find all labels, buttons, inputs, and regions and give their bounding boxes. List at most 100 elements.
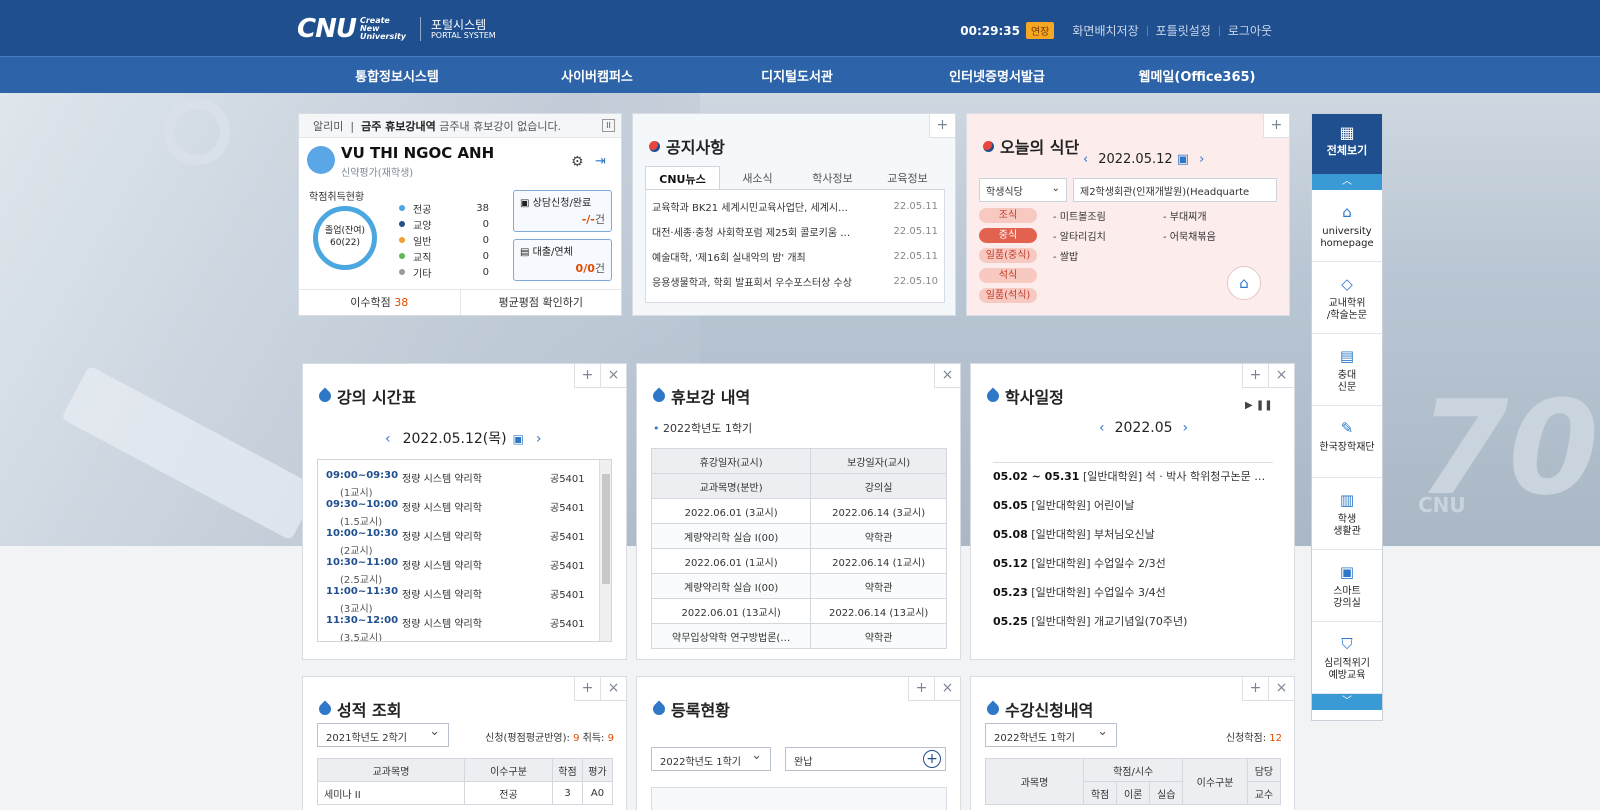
close-icon[interactable]: × [600, 364, 626, 388]
meal-tag[interactable]: 중식 [979, 228, 1037, 243]
next-date-icon[interactable]: › [1199, 152, 1204, 167]
timetable-row[interactable]: 10:30~11:00 (2.5교시) 정량 시스템 약리학 공5401 [318, 557, 611, 586]
next-date-icon[interactable]: › [536, 431, 542, 447]
portlet-settings-link[interactable]: 포틀릿설정 [1156, 22, 1211, 39]
semester-select[interactable]: 2021학년도 2학기 [317, 723, 449, 747]
notice-item[interactable]: 응용생물학과, 학회 발표회서 우수포스터상 수상 22.05.10 [652, 269, 938, 294]
quick-item-counseling[interactable]: ⛉ 심리적위기 예방교육 [1312, 622, 1382, 694]
close-icon[interactable]: × [600, 677, 626, 701]
quick-item-dormitory[interactable]: ▥ 학생 생활관 [1312, 478, 1382, 550]
scroll-up-icon[interactable]: ︿ [1312, 174, 1382, 190]
consult-button[interactable]: ▣ 상담신청/완료 -/-건 [513, 190, 612, 232]
event-item[interactable]: 05.08 [일반대학원] 부처님오신날 [993, 521, 1273, 550]
gpa-check-button[interactable]: 평균평점 확인하기 [459, 290, 622, 315]
cnu-logo[interactable]: CNU Create New University 포털시스템 PORTAL S… [297, 14, 496, 44]
logout-icon[interactable]: ⇥ [595, 154, 606, 169]
close-icon[interactable]: × [934, 677, 960, 701]
quick-item-smart-classroom[interactable]: ▣ 스마트 강의실 [1312, 550, 1382, 622]
add-icon[interactable]: + [574, 364, 600, 388]
dormitory-icon: ▥ [1339, 491, 1355, 509]
gear-icon[interactable]: ⚙ [571, 154, 584, 170]
tab-news[interactable]: 새소식 [720, 166, 795, 189]
restaurant-type-select[interactable]: 학생식당 ⌄ [979, 178, 1067, 202]
close-icon[interactable]: × [1268, 364, 1294, 388]
semester-select[interactable]: 2022학년도 1학기 [651, 747, 771, 771]
meal-tag[interactable]: 일품(석식) [979, 288, 1037, 303]
scroll-down-icon[interactable]: ﹀ [1312, 694, 1382, 710]
th-cancel-date: 휴강일자(교시) [650, 448, 812, 474]
panel-title: 등록현황 [650, 697, 730, 721]
timetable-row[interactable]: 11:00~11:30 (3교시) 정량 시스템 약리학 공5401 [318, 586, 611, 615]
notice-item[interactable]: 예술대학, '제16회 실내악의 밤' 개최 22.05.11 [652, 244, 938, 269]
prev-date-icon[interactable]: ‹ [1083, 152, 1088, 167]
notice-title[interactable]: 금주 휴보강내역 [361, 120, 436, 133]
nav-certificate[interactable]: 인터넷증명서발급 [897, 66, 1097, 85]
table-row[interactable]: 세미나 II 전공 3 A0 [317, 781, 613, 805]
close-icon[interactable]: × [1268, 677, 1294, 701]
add-icon[interactable]: + [929, 114, 955, 138]
event-item[interactable]: 05.12 [일반대학원] 수업일수 2/3선 [993, 550, 1273, 579]
event-item[interactable]: 05.05 [일반대학원] 어린이날 [993, 492, 1273, 521]
tab-education-info[interactable]: 교육정보 [870, 166, 945, 189]
notice-item[interactable]: 대전·세종·충청 사회학포럼 제25회 콜로키움 … 22.05.11 [652, 219, 938, 244]
meal-tag[interactable]: 조식 [979, 208, 1037, 223]
timetable-row[interactable]: 09:30~10:00 (1.5교시) 정량 시스템 약리학 공5401 [318, 499, 611, 528]
table-row[interactable]: 약무입상약학 연구방법론(… 약학관 [650, 623, 947, 649]
event-item[interactable]: 05.02 ~ 05.31 [일반대학원] 석 · 박사 학위청구논문 … [993, 463, 1273, 492]
timetable-row[interactable]: 11:30~12:00 (3.5교시) 정량 시스템 약리학 공5401 [318, 615, 611, 641]
plus-icon[interactable]: + [923, 750, 941, 768]
month-nav: ‹ 2022.05 › [1089, 420, 1198, 436]
close-icon[interactable]: × [934, 364, 960, 388]
calendar-icon[interactable]: ▣ [1177, 152, 1189, 167]
prev-date-icon[interactable]: ‹ [385, 431, 391, 447]
add-icon[interactable]: + [1263, 114, 1289, 138]
event-item[interactable]: 05.23 [일반대학원] 수업일수 3/4선 [993, 579, 1273, 608]
meal-tag[interactable]: 석식 [979, 268, 1037, 283]
calendar-icon[interactable]: ▣ [513, 432, 524, 446]
nav-cyber-campus[interactable]: 사이버캠퍼스 [497, 66, 697, 85]
payment-status-field[interactable]: 완납 + [785, 747, 946, 771]
notice-item[interactable]: 교육학과 BK21 세계시민교육사업단, 세계시… 22.05.11 [652, 194, 938, 219]
logout-link[interactable]: 로그아웃 [1228, 22, 1272, 39]
save-layout-link[interactable]: 화면배치저장 [1072, 22, 1138, 39]
table-row[interactable]: 2022.06.01 (13교시) 2022.06.14 (13교시) [650, 598, 947, 624]
play-icon[interactable]: ▶ ❚❚ [1245, 400, 1273, 411]
view-all-button[interactable]: ▦ 전체보기 [1312, 114, 1382, 174]
restaurant-select[interactable]: 제2학생회관(인재개발원)(Headquarte [1073, 178, 1277, 202]
table-row[interactable]: 계량약리학 실습 I(00) 약학관 [650, 573, 947, 599]
scrollbar[interactable] [599, 460, 611, 641]
pause-icon[interactable]: II [602, 119, 615, 132]
quick-item-homepage[interactable]: ⌂ university homepage [1312, 190, 1382, 262]
prev-month-icon[interactable]: ‹ [1099, 420, 1105, 436]
meal-tag[interactable]: 일품(중식) [979, 248, 1037, 263]
quick-item-newspaper[interactable]: ▤ 충대 신문 [1312, 334, 1382, 406]
next-month-icon[interactable]: › [1183, 420, 1189, 436]
th-makeup-date: 보강일자(교시) [810, 448, 947, 474]
timetable-row[interactable]: 10:00~10:30 (2교시) 정량 시스템 약리학 공5401 [318, 528, 611, 557]
add-icon[interactable]: + [908, 677, 934, 701]
notice-text: 예술대학, '제16회 실내악의 밤' 개최 [652, 253, 806, 264]
quick-item-scholarship[interactable]: ✎ 한국장학재단 [1312, 406, 1382, 478]
event-item[interactable]: 05.25 [일반대학원] 개교기념일(70주년) [993, 608, 1273, 637]
add-icon[interactable]: + [1242, 364, 1268, 388]
legend-swatch [399, 221, 405, 227]
loan-button[interactable]: ▤ 대출/연체 0/0건 [513, 239, 612, 281]
th-professor-2: 교수 [1246, 781, 1282, 805]
tab-academic-info[interactable]: 학사정보 [795, 166, 870, 189]
extend-session-button[interactable]: 연장 [1025, 22, 1055, 39]
donut-label: 졸업(잔여) [324, 226, 366, 236]
table-row[interactable]: 계량약리학 실습 I(00) 약학관 [650, 523, 947, 549]
quick-item-thesis[interactable]: ◇ 교내학위/학술논문 [1312, 262, 1382, 334]
tab-cnu-news[interactable]: CNU뉴스 [645, 166, 720, 189]
table-row[interactable]: 2022.06.01 (3교시) 2022.06.14 (3교시) [650, 498, 947, 524]
semester-select[interactable]: 2022학년도 1학기 [985, 723, 1117, 747]
drop-icon [984, 700, 1002, 718]
th-grade: 평가 [582, 758, 613, 782]
add-icon[interactable]: + [1242, 677, 1268, 701]
nav-webmail[interactable]: 웹메일(Office365) [1097, 66, 1297, 85]
nav-integrated-info[interactable]: 통합정보시스템 [297, 66, 497, 85]
table-row[interactable]: 2022.06.01 (1교시) 2022.06.14 (1교시) [650, 548, 947, 574]
timetable-row[interactable]: 09:00~09:30 (1교시) 정량 시스템 약리학 공5401 [318, 470, 611, 499]
add-icon[interactable]: + [574, 677, 600, 701]
nav-digital-library[interactable]: 디지털도서관 [697, 66, 897, 85]
